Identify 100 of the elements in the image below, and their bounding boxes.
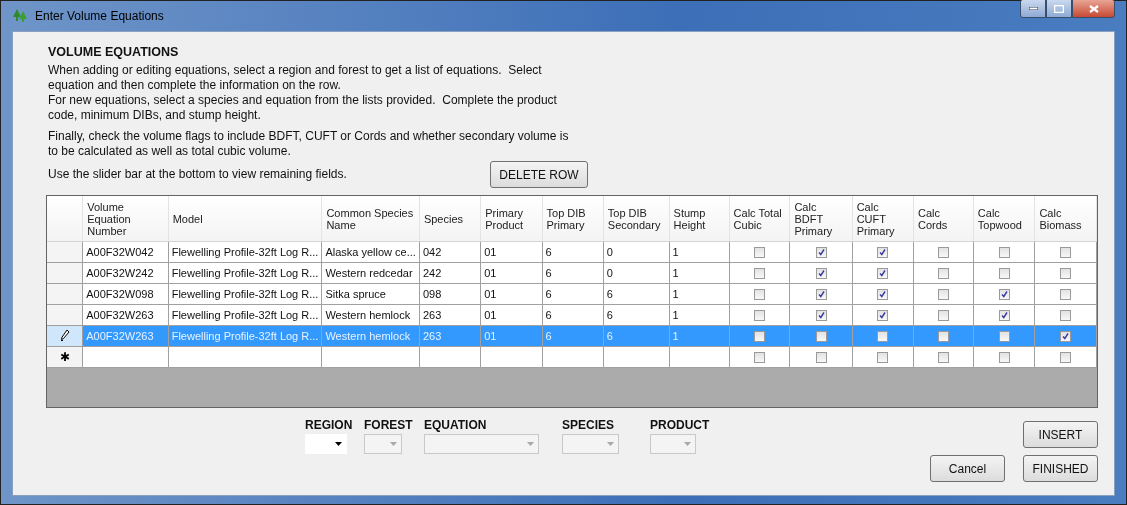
caret-icon (390, 442, 397, 446)
maximize-icon (1054, 4, 1064, 13)
table-cell: Flewelling Profile-32ft Log R... (171, 267, 319, 279)
cancel-button[interactable]: Cancel (930, 455, 1005, 482)
table-cell: 0 (606, 246, 613, 258)
selector-label: EQUATION (424, 418, 488, 432)
checkbox[interactable] (877, 310, 889, 322)
table-cell: 042 (422, 246, 442, 258)
selector-label: FOREST (364, 418, 414, 432)
checkbox[interactable] (998, 352, 1010, 364)
table-cell: 1 (672, 267, 679, 279)
checkbox[interactable] (1060, 310, 1072, 322)
checkbox[interactable] (754, 352, 765, 364)
checkbox[interactable] (937, 247, 949, 259)
table-cell: Western hemlock (325, 309, 411, 321)
checkbox[interactable] (877, 331, 889, 343)
table-cell: 263 (422, 309, 442, 321)
checkbox[interactable] (1060, 247, 1072, 259)
table-cell: A00F32W098 (86, 288, 154, 300)
table-cell: 6 (606, 309, 613, 321)
checkbox[interactable] (815, 310, 827, 322)
checkbox[interactable] (877, 352, 889, 364)
selector-label: PRODUCT (650, 418, 710, 432)
instruction-text: Use the slider bar at the bottom to view remaining fields. (48, 167, 347, 182)
table-cell: Western hemlock (325, 330, 411, 342)
window-title: Enter Volume Equations (35, 9, 165, 23)
checkbox[interactable] (754, 310, 765, 322)
table-cell: Flewelling Profile-32ft Log R... (171, 288, 319, 300)
checkbox[interactable] (998, 331, 1010, 343)
checkbox[interactable] (1060, 289, 1072, 301)
caret-icon (684, 442, 691, 446)
checkbox[interactable] (815, 247, 827, 259)
table-cell: 1 (672, 309, 679, 321)
checkbox[interactable] (815, 352, 827, 364)
table-cell: 6 (606, 330, 613, 342)
checkbox[interactable] (1060, 352, 1072, 364)
table-cell: 6 (545, 288, 552, 300)
checkbox[interactable] (754, 331, 765, 343)
table-cell: 1 (672, 246, 679, 258)
delete-row-button[interactable]: DELETE ROW (490, 161, 588, 188)
minimize-button[interactable] (1020, 0, 1046, 18)
table-cell: A00F32W042 (86, 246, 154, 258)
table-cell: 01 (484, 267, 497, 279)
checkbox[interactable] (754, 268, 765, 280)
section-heading: VOLUME EQUATIONS (48, 45, 180, 59)
table-cell: 6 (545, 267, 552, 279)
checkbox[interactable] (815, 289, 827, 301)
checkbox[interactable] (877, 289, 889, 301)
checkbox[interactable] (1060, 268, 1072, 280)
table-cell: 01 (484, 309, 497, 321)
checkbox[interactable] (815, 268, 827, 280)
table-cell: Flewelling Profile-32ft Log R... (171, 309, 319, 321)
checkbox[interactable] (877, 268, 889, 280)
instruction-text: Finally, check the volume flags to include BDFT, CUFT or Cords and whether secondary volume is to be calculated as well as total cubic volume. (48, 129, 570, 159)
checkbox[interactable] (937, 289, 949, 301)
checkbox[interactable] (998, 289, 1010, 301)
table-cell: 01 (484, 246, 497, 258)
checkbox[interactable] (754, 247, 765, 259)
selector-label: SPECIES (562, 418, 616, 432)
table-cell: 0 (606, 267, 613, 279)
table-cell: 6 (545, 309, 552, 321)
table-cell: 1 (672, 288, 679, 300)
checkbox[interactable] (937, 268, 949, 280)
checkbox[interactable] (877, 247, 889, 259)
checkbox[interactable] (1060, 331, 1072, 343)
new-row-marker: ✱ (59, 350, 70, 364)
table-cell: 6 (545, 330, 552, 342)
selector-label: REGION (305, 418, 354, 432)
caret-icon (527, 442, 534, 446)
table-cell: 263 (422, 330, 442, 342)
finished-button[interactable]: FINISHED (1023, 455, 1098, 482)
table-cell: 01 (484, 330, 497, 342)
table-cell: 098 (422, 288, 442, 300)
table-cell: Sitka spruce (325, 288, 386, 300)
checkbox[interactable] (937, 352, 949, 364)
checkbox[interactable] (998, 268, 1010, 280)
maximize-button[interactable] (1046, 0, 1072, 18)
pencil-icon (59, 329, 70, 341)
table-cell: 01 (484, 288, 497, 300)
close-icon (1088, 4, 1099, 13)
tree-icon (12, 8, 28, 24)
checkbox[interactable] (937, 331, 949, 343)
caret-icon (335, 442, 342, 446)
instruction-text: When adding or editing equations, select a region and forest to get a list of equations. Select equation and then complete the information on the row. (48, 63, 543, 93)
checkbox[interactable] (754, 289, 765, 301)
checkbox[interactable] (937, 310, 949, 322)
table-cell: 6 (606, 288, 613, 300)
table-cell: Flewelling Profile-32ft Log R... (171, 330, 319, 342)
table-cell: A00F32W263 (86, 330, 154, 342)
checkbox[interactable] (998, 247, 1010, 259)
table-cell: 6 (545, 246, 552, 258)
instruction-text: For new equations, select a species and equation from the lists provided. Complete the product code, minimum DIBs, and stump height. (48, 93, 558, 123)
table-cell: Western redcedar (325, 267, 413, 279)
checkbox[interactable] (998, 310, 1010, 322)
insert-button[interactable]: INSERT (1023, 421, 1098, 448)
table-cell: Alaska yellow ce... (325, 246, 416, 258)
close-button[interactable] (1072, 0, 1115, 18)
table-cell: A00F32W242 (86, 267, 154, 279)
checkbox[interactable] (815, 331, 827, 343)
caret-icon (607, 442, 614, 446)
